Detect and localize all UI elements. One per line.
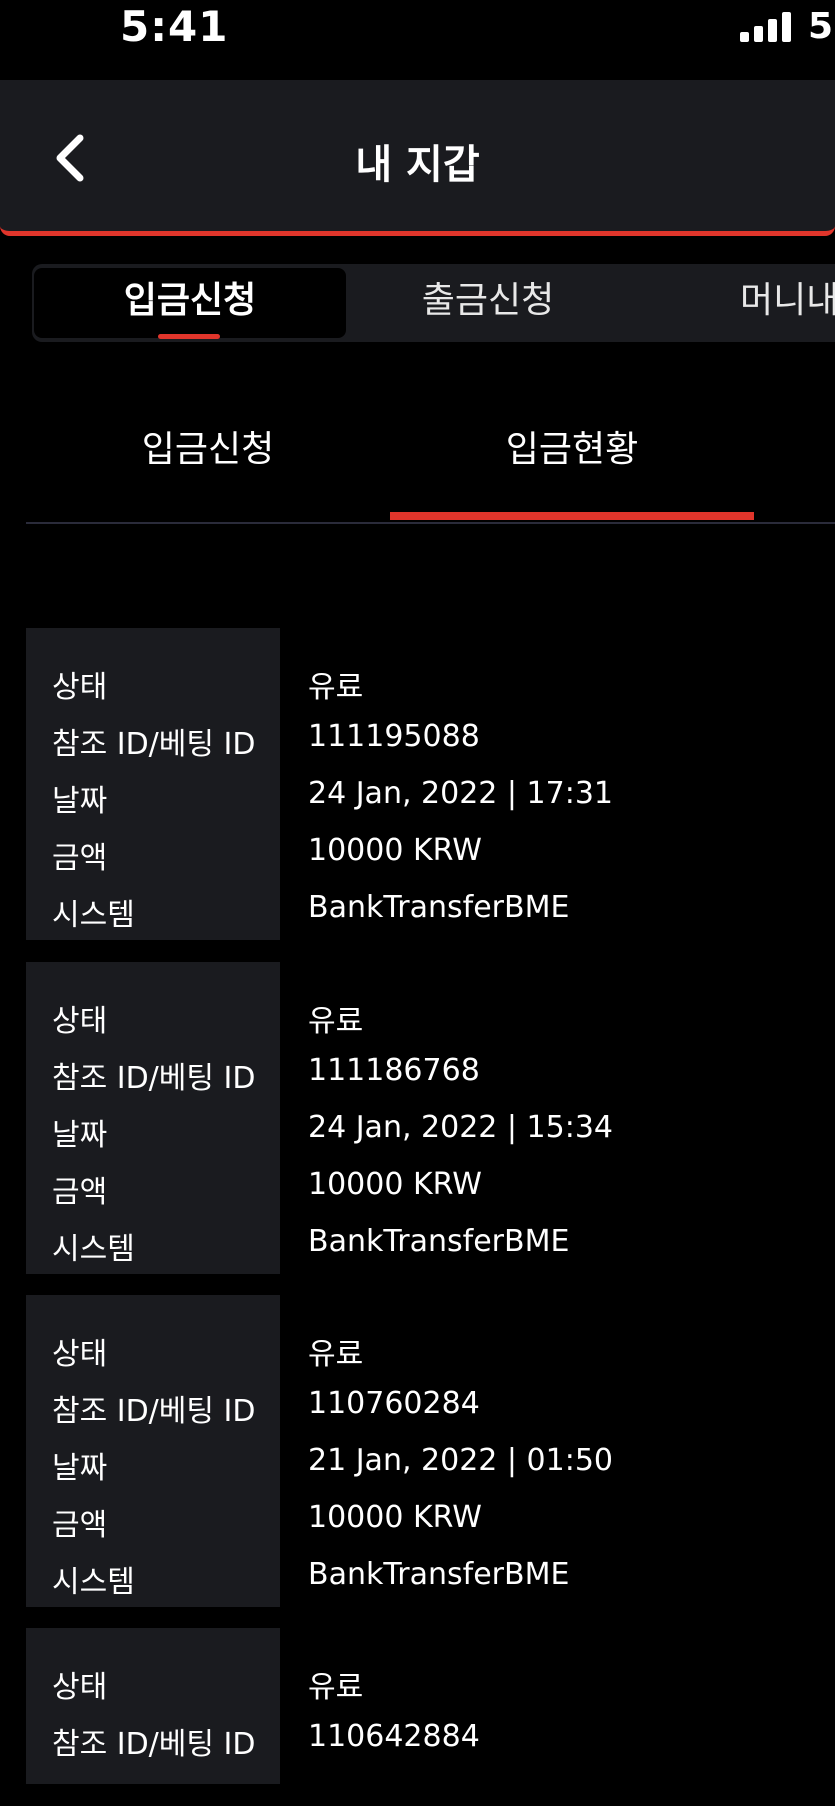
subtab-deposit-status[interactable]: 입금현황 [390,420,754,472]
system-label: 시스템 [52,1232,135,1267]
amount-value: 10000 KRW [308,1500,482,1535]
amount-label: 금액 [52,1508,108,1543]
segment-deposit-request[interactable]: 입금신청 [34,268,346,339]
segment-label: 머니내 [740,280,835,321]
subtab-deposit-request[interactable]: 입금신청 [26,420,390,472]
status-label: 상태 [52,1004,108,1039]
signal-icon [740,12,791,42]
segment-active-indicator [158,334,220,339]
amount-label: 금액 [52,841,108,876]
card-label-panel: 상태 참조 ID/베팅 ID 날짜 금액 시스템 [26,962,280,1274]
status-value: 유료 [308,670,364,705]
subtab-label: 입금신청 [141,429,275,470]
date-value: 24 Jan, 2022 | 17:31 [308,776,614,811]
status-label: 상태 [52,1337,108,1372]
status-bar: 5:41 5 [0,0,835,80]
status-label: 상태 [52,1670,108,1705]
system-label: 시스템 [52,898,135,933]
transaction-card: 상태 참조 ID/베팅 ID 날짜 금액 시스템 유료 110760284 21… [26,1295,835,1607]
wallet-segmented-control: 입금신청 출금신청 머니내 [32,264,835,342]
transaction-card: 상태 참조 ID/베팅 ID 날짜 금액 시스템 유료 111186768 24… [26,962,835,1274]
status-label: 상태 [52,670,108,705]
date-value: 24 Jan, 2022 | 15:34 [308,1110,614,1145]
status-value: 유료 [308,1004,364,1039]
ref-id-label: 참조 ID/베팅 ID [52,1727,256,1762]
segment-withdraw-request[interactable]: 출금신청 [332,268,644,338]
app-header: 내 지갑 [0,80,835,236]
date-label: 날짜 [52,1118,108,1153]
amount-label: 금액 [52,1175,108,1210]
card-label-panel: 상태 참조 ID/베팅 ID [26,1628,280,1784]
system-value: BankTransferBME [308,890,570,925]
transaction-card: 상태 참조 ID/베팅 ID 유료 110642884 [26,1628,835,1806]
system-value: BankTransferBME [308,1224,570,1259]
ref-id-label: 참조 ID/베팅 ID [52,727,256,762]
ref-id-value: 111186768 [308,1053,480,1088]
ref-id-label: 참조 ID/베팅 ID [52,1061,256,1096]
card-label-panel: 상태 참조 ID/베팅 ID 날짜 금액 시스템 [26,1295,280,1607]
status-value: 유료 [308,1670,364,1705]
date-label: 날짜 [52,784,108,819]
battery-indicator: 5 [808,6,834,47]
amount-value: 10000 KRW [308,1167,482,1202]
segment-label: 입금신청 [123,280,257,321]
ref-id-label: 참조 ID/베팅 ID [52,1394,256,1429]
card-label-panel: 상태 참조 ID/베팅 ID 날짜 금액 시스템 [26,628,280,940]
system-label: 시스템 [52,1565,135,1600]
ref-id-value: 110760284 [308,1386,480,1421]
amount-value: 10000 KRW [308,833,482,868]
deposit-subtabs: 입금신청 입금현황 [26,400,835,524]
ref-id-value: 111195088 [308,719,480,754]
ref-id-value: 110642884 [308,1719,480,1754]
date-value: 21 Jan, 2022 | 01:50 [308,1443,614,1478]
page-title: 내 지갑 [355,142,480,188]
subtab-label: 입금현황 [505,429,639,470]
segment-label: 출금신청 [421,280,555,321]
transaction-card: 상태 참조 ID/베팅 ID 날짜 금액 시스템 유료 111195088 24… [26,628,835,940]
segment-money-history[interactable]: 머니내 [672,268,835,338]
status-value: 유료 [308,1337,364,1372]
status-time: 5:41 [120,2,229,51]
subtab-active-indicator [390,512,754,520]
date-label: 날짜 [52,1451,108,1486]
system-value: BankTransferBME [308,1557,570,1592]
